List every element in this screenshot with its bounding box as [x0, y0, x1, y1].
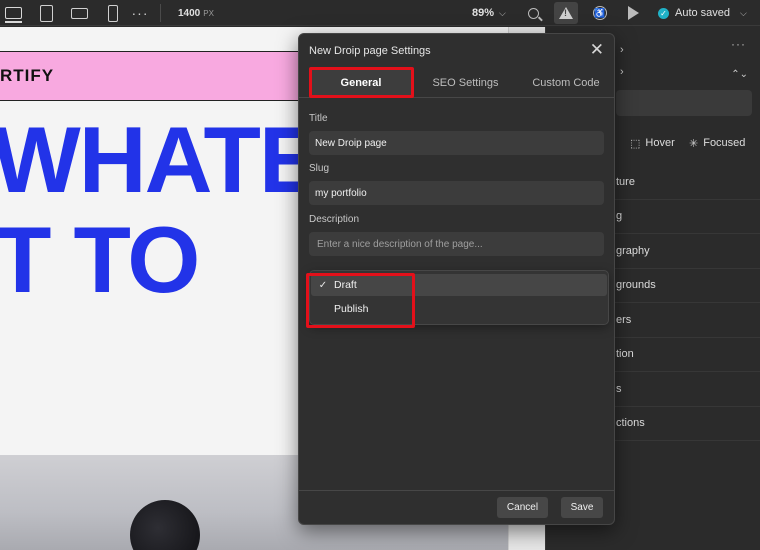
warning-icon[interactable] [554, 2, 578, 24]
site-logo[interactable]: RTIFY [0, 66, 54, 86]
section-label: graphy [616, 244, 650, 257]
autosave-status[interactable]: ✓ Auto saved ⌵ [658, 0, 747, 26]
status-option-draft[interactable]: ✓ Draft [311, 274, 607, 296]
check-circle-icon: ✓ [658, 7, 669, 19]
sparkle-icon: ✳ [689, 137, 699, 150]
description-label: Description [309, 214, 360, 225]
title-input[interactable]: New Droip page [309, 131, 604, 155]
modal-title: New Droip page Settings [309, 45, 431, 57]
modal-tabs: General SEO Settings Custom Code [299, 69, 614, 98]
more-icon[interactable]: ··· [731, 37, 746, 51]
search-icon[interactable] [523, 0, 543, 26]
toolbar-divider [160, 4, 161, 22]
top-toolbar: ··· 1400 PX 89% ⌵ ♿ ✓ Auto saved ⌵ [0, 0, 760, 26]
tablet-icon[interactable] [37, 0, 55, 26]
section-label: s [616, 382, 622, 395]
tab-general[interactable]: General [309, 69, 413, 97]
tab-seo-settings[interactable]: SEO Settings [413, 69, 518, 97]
tablet-landscape-icon[interactable] [68, 0, 90, 26]
photo-subject [130, 500, 200, 550]
status-option-label: Publish [334, 303, 369, 315]
page-settings-modal: New Droip page Settings ✕ General SEO Se… [298, 33, 615, 525]
more-icon[interactable]: ··· [131, 0, 149, 26]
autosave-label: Auto saved [675, 7, 731, 19]
section-label: grounds [616, 279, 656, 292]
chevron-right-icon[interactable]: › [620, 44, 624, 56]
canvas-width-unit: PX [203, 8, 214, 18]
state-hover-label: Hover [645, 137, 675, 149]
section-label: ture [616, 175, 635, 188]
status-dropdown-menu: ✓ Draft Publish [309, 270, 609, 325]
section-label: tion [616, 348, 634, 361]
title-label: Title [309, 113, 328, 124]
mobile-icon[interactable] [106, 0, 120, 26]
state-hover[interactable]: ⬚ Hover [630, 135, 675, 151]
check-icon: ✓ [318, 279, 328, 291]
tab-custom-code[interactable]: Custom Code [518, 69, 614, 97]
section-label: ctions [616, 417, 645, 430]
desktop-icon[interactable] [2, 0, 24, 26]
state-focused-label: Focused [703, 137, 746, 149]
accessibility-icon[interactable]: ♿ [590, 0, 610, 26]
cursor-icon: ⬚ [630, 137, 641, 150]
canvas-width[interactable]: 1400 PX [178, 0, 214, 26]
section-label: ers [616, 313, 632, 326]
hero-heading-line-2[interactable]: T TO [0, 213, 200, 307]
class-selector-input[interactable] [616, 90, 752, 116]
zoom-select[interactable]: 89% ⌵ [472, 0, 506, 26]
save-button[interactable]: Save [561, 497, 603, 518]
modal-footer-divider [299, 490, 614, 491]
chevron-down-icon: ⌵ [499, 7, 506, 18]
slug-input[interactable]: my portfolio [309, 181, 604, 205]
description-input[interactable]: Enter a nice description of the page... [309, 232, 604, 256]
selector-chevron-icon[interactable]: ⌃⌄ [731, 69, 748, 80]
status-option-label: Draft [334, 279, 357, 291]
chevron-right-icon[interactable]: › [620, 66, 624, 78]
zoom-value: 89% [472, 7, 495, 19]
chevron-down-icon: ⌵ [740, 7, 747, 18]
close-icon[interactable]: ✕ [590, 40, 604, 60]
canvas-width-value: 1400 [178, 7, 201, 19]
preview-play-icon[interactable] [623, 0, 643, 26]
state-focused[interactable]: ✳ Focused [689, 135, 745, 151]
status-option-publish[interactable]: Publish [311, 298, 607, 320]
cancel-button[interactable]: Cancel [497, 497, 548, 518]
slug-label: Slug [309, 163, 330, 174]
section-label: g [616, 210, 623, 223]
